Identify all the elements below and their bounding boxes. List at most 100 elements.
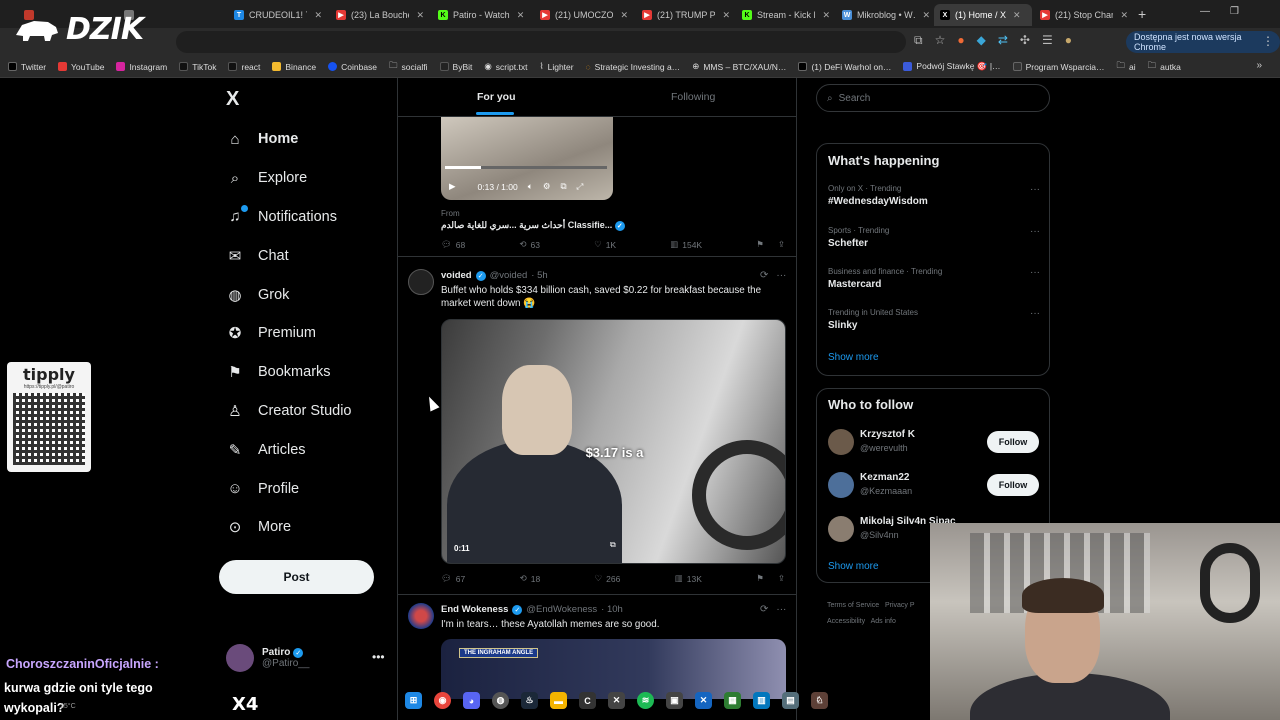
tab-close-icon[interactable]: ✕ xyxy=(517,10,525,21)
notepad-icon[interactable]: ▤ xyxy=(782,692,799,709)
nav-notifications[interactable]: ♫ Notifications xyxy=(226,198,352,237)
browser-tab[interactable]: W Mikroblog • W… ✕ xyxy=(836,4,936,26)
browser-tab[interactable]: TCRUDEOIL1! 7…✕ xyxy=(228,4,328,26)
app-icon[interactable]: ▥ xyxy=(753,692,770,709)
nav-home[interactable]: ⌂ Home xyxy=(226,120,352,159)
discord-icon[interactable]: ◕ xyxy=(463,692,480,709)
app-icon[interactable]: ♘ xyxy=(811,692,828,709)
ads-info-link[interactable]: Ads info xyxy=(871,618,896,625)
nav-more[interactable]: ⊙ More xyxy=(226,508,352,547)
fullscreen-icon[interactable]: ⤢ xyxy=(577,181,584,192)
views-button[interactable]: ▥ 154K xyxy=(670,239,702,250)
share-icon[interactable]: ⇪ xyxy=(778,573,785,584)
bookmark-icon[interactable]: ⚑ xyxy=(756,239,764,250)
author-name[interactable]: voided xyxy=(441,270,472,281)
bookmark-item[interactable]: ⌇ Lighter xyxy=(539,61,573,72)
search-input[interactable]: ⌕ Search xyxy=(816,84,1050,112)
repost-button[interactable]: ⟲ 63 xyxy=(519,239,540,250)
avatar[interactable] xyxy=(408,269,434,295)
bookmark-item[interactable]: TikTok xyxy=(179,62,216,72)
vscode-icon[interactable]: ✕ xyxy=(608,692,625,709)
video-player[interactable]: $3.17 is a 0:11 ⧉ xyxy=(441,319,786,564)
accessibility-link[interactable]: Accessibility xyxy=(827,618,865,625)
reply-button[interactable]: 💬︎ 68 xyxy=(441,239,465,250)
browser-tab[interactable]: ▶(21) TRUMP PC…✕ xyxy=(636,4,736,26)
like-button[interactable]: ♡ 266 xyxy=(595,573,621,584)
folder-icon[interactable]: ▬ xyxy=(550,692,567,709)
tab-close-icon[interactable]: ✕ xyxy=(416,10,424,21)
tab-close-icon[interactable]: ✕ xyxy=(1013,10,1021,21)
puzzle-icon[interactable]: ✣ xyxy=(1020,33,1030,48)
tab-following[interactable]: Following xyxy=(671,91,715,103)
extension-icon[interactable]: ◆ xyxy=(977,33,986,48)
show-more-link[interactable]: Show more xyxy=(828,561,879,572)
play-icon[interactable]: ▶ xyxy=(449,181,456,192)
trend-item[interactable]: Business and finance · Trending Masterca… xyxy=(828,267,1040,290)
nav-bookmarks[interactable]: ⚑ Bookmarks xyxy=(226,353,352,392)
trend-item[interactable]: Sports · Trending Schefter ··· xyxy=(828,226,1040,249)
nav-grok[interactable]: ◍ Grok xyxy=(226,275,352,314)
chrome-update-button[interactable]: Dostępna jest nowa wersja Chrome xyxy=(1126,31,1280,53)
bookmark-item[interactable]: react xyxy=(228,62,260,72)
bookmark-folder[interactable]: 🗀 ai xyxy=(1116,60,1135,74)
tab-close-icon[interactable]: ✕ xyxy=(922,10,930,21)
video-player[interactable]: ▶ 0:13 / 1:00 🔈︎ ⚙ ⧉ ⤢ xyxy=(441,117,613,200)
pip-icon[interactable]: ⧉ xyxy=(560,181,566,192)
reply-button[interactable]: 💬︎ 67 xyxy=(441,573,465,584)
trend-item[interactable]: Only on X · Trending #WednesdayWisdom ··… xyxy=(828,184,1040,207)
account-more-icon[interactable]: ••• xyxy=(372,650,385,664)
bookmark-folder[interactable]: 🗀 autka xyxy=(1148,60,1181,74)
privacy-link[interactable]: Privacy P xyxy=(885,602,915,609)
kebab-menu-icon[interactable]: ⋮ xyxy=(1262,34,1274,48)
bookmark-item[interactable]: Binance xyxy=(272,62,316,72)
bookmark-item[interactable]: ◌ Strategic Investing a… xyxy=(586,62,681,72)
steam-icon[interactable]: ♨ xyxy=(521,692,538,709)
show-more-link[interactable]: Show more xyxy=(828,352,879,363)
follow-suggestion[interactable]: Krzysztof K @werevulth Follow xyxy=(828,429,1040,459)
tab-close-icon[interactable]: ✕ xyxy=(822,10,830,21)
more-options-icon[interactable]: ··· xyxy=(776,270,786,281)
x-logo[interactable]: X xyxy=(226,88,239,111)
browser-tab[interactable]: ▶(21) UMOCZO…✕ xyxy=(534,4,634,26)
follow-button[interactable]: Follow xyxy=(987,431,1039,453)
trend-more-icon[interactable]: ··· xyxy=(1030,308,1040,319)
trend-more-icon[interactable]: ··· xyxy=(1030,226,1040,237)
bookmark-item[interactable]: ByBit xyxy=(439,62,472,72)
nav-articles[interactable]: ✎ Articles xyxy=(226,430,352,469)
author-handle[interactable]: @voided xyxy=(490,270,528,281)
bookmark-item[interactable]: Podwój Stawkę 🎯 |… xyxy=(903,61,1001,72)
bookmark-item[interactable]: YouTube xyxy=(58,62,104,72)
bookmark-item[interactable]: ⊕ MMS – BTC/XAU/N… xyxy=(692,61,786,72)
nav-chat[interactable]: ✉ Chat xyxy=(226,236,352,275)
chrome-icon[interactable]: ◉ xyxy=(434,692,451,709)
settings-icon[interactable]: ⚙ xyxy=(543,181,551,192)
new-tab-button[interactable]: + xyxy=(1138,6,1146,22)
app-icon[interactable]: ✕ xyxy=(695,692,712,709)
install-icon[interactable]: ⧉ xyxy=(914,33,923,48)
list-icon[interactable]: ☰ xyxy=(1042,33,1053,48)
browser-tab[interactable]: ▶(21) Stop Chan…✕ xyxy=(1034,4,1134,26)
bookmark-item[interactable]: Twitter xyxy=(8,62,46,72)
grok-explain-icon[interactable]: ⟳ xyxy=(760,270,768,281)
account-switcher[interactable]: Patiro ✓ @Patiro__ xyxy=(226,644,309,672)
minimize-icon[interactable]: — xyxy=(1200,6,1210,17)
windows-start-icon[interactable]: ⊞ xyxy=(405,692,422,709)
tab-close-icon[interactable]: ✕ xyxy=(314,10,322,21)
browser-tab[interactable]: ▶ (23) La Bouche ✕ xyxy=(330,4,430,26)
follow-button[interactable]: Follow xyxy=(987,474,1039,496)
post-button[interactable]: Post xyxy=(219,560,374,594)
author-name[interactable]: End Wokeness xyxy=(441,604,508,615)
source-account-link[interactable]: أحداث سرية ...سري للغاية صالدم Classifie… xyxy=(441,220,625,231)
bookmark-item[interactable]: Program Wsparcia… xyxy=(1012,62,1104,72)
browser-tab-active[interactable]: X (1) Home / X ✕ xyxy=(934,4,1032,26)
views-button[interactable]: ▥ 13K xyxy=(675,573,702,584)
trend-item[interactable]: Trending in United States Slinky ··· xyxy=(828,308,1040,331)
bookmark-item[interactable]: Instagram xyxy=(116,62,167,72)
tab-close-icon[interactable]: ✕ xyxy=(722,10,730,21)
video-player[interactable]: THE INGRAHAM ANGLE xyxy=(441,639,786,699)
avatar[interactable] xyxy=(408,603,434,629)
video-progress-bar[interactable] xyxy=(445,166,607,169)
star-icon[interactable]: ☆ xyxy=(935,33,946,48)
nav-premium[interactable]: ✪ Premium xyxy=(226,314,352,353)
volume-icon[interactable]: 🔈︎ xyxy=(528,181,533,192)
